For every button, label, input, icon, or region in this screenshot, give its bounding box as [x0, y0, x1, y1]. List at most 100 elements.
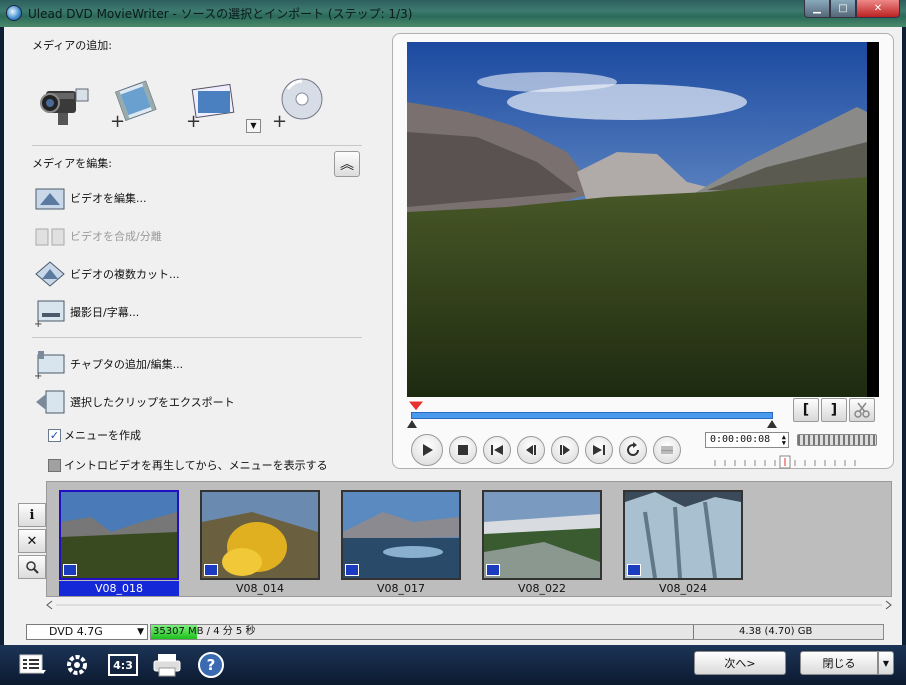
edit-video-command[interactable]: ビデオを編集... [34, 183, 147, 213]
clip-item[interactable]: V08_022 [482, 490, 602, 598]
disc-type-select[interactable]: DVD 4.7G ▼ [26, 624, 148, 640]
skip-back-icon [491, 445, 503, 455]
disc-capacity-bar: 35307 MB / 4 分 5 秒 4.38 (4.70) GB [150, 624, 884, 640]
status-bar: DVD 4.7G ▼ 35307 MB / 4 分 5 秒 4.38 (4.70… [26, 624, 884, 640]
stop-icon [458, 445, 468, 455]
svg-text:+: + [34, 371, 42, 379]
video-frame-image [407, 42, 879, 397]
add-disc-icon[interactable]: + [270, 73, 326, 129]
play-button[interactable] [411, 434, 443, 466]
clip-thumbnail [623, 490, 743, 580]
svg-text:+: + [110, 111, 125, 129]
video-clip-badge-icon [627, 564, 641, 576]
add-media-label: メディアの追加: [32, 39, 112, 52]
volume-slider[interactable] [711, 454, 861, 470]
scissors-icon [854, 402, 870, 418]
close-options-dropdown[interactable]: ▼ [878, 651, 894, 675]
clip-thumbnail [482, 490, 602, 580]
zoom-clip-button[interactable] [18, 555, 46, 579]
merge-split-command: ビデオを合成/分離 [34, 221, 162, 251]
close-button[interactable]: 閉じる [800, 651, 878, 675]
play-icon [423, 444, 433, 456]
delete-clip-button[interactable]: ✕ [18, 529, 46, 553]
intro-video-checkbox[interactable]: イントロビデオを再生してから、メニューを表示する [48, 457, 328, 473]
camcorder-icon[interactable] [36, 73, 92, 129]
next-frame-button[interactable] [551, 436, 579, 464]
clip-item[interactable]: V08_024 [623, 490, 743, 598]
magnifier-icon [26, 561, 39, 574]
title-bar[interactable]: Ulead DVD MovieWriter - ソースの選択とインポート (ステ… [0, 0, 906, 27]
go-to-end-button[interactable] [585, 436, 613, 464]
collapse-button[interactable]: ︽ [334, 151, 360, 177]
merge-split-icon [35, 228, 65, 246]
screen-icon [661, 446, 673, 454]
clip-thumbnail [200, 490, 320, 580]
step-forward-icon [560, 445, 570, 455]
add-image-icon[interactable]: + [184, 73, 240, 129]
chapter-icon: + [34, 351, 65, 379]
clip-thumbnail [59, 490, 179, 580]
chapter-command[interactable]: + チャプタの追加/編集... [34, 349, 183, 379]
print-button[interactable] [152, 651, 182, 679]
video-preview[interactable] [407, 42, 879, 397]
checkmark-icon: ✓ [48, 428, 61, 442]
mark-in-button[interactable]: [ [793, 398, 819, 422]
close-window-button[interactable]: ✕ [856, 0, 900, 18]
timecode-spinner[interactable]: ▲ ▼ [782, 434, 786, 447]
maximize-button[interactable]: □ [830, 0, 856, 18]
stop-button[interactable] [449, 436, 477, 464]
jog-wheel[interactable] [797, 434, 877, 446]
previous-frame-button[interactable] [517, 436, 545, 464]
skip-forward-icon [593, 445, 605, 455]
clip-info-button[interactable]: i [18, 503, 46, 527]
multi-trim-icon [35, 261, 65, 287]
app-icon [6, 5, 22, 21]
fullscreen-button [653, 436, 681, 464]
mark-in-indicator-icon [407, 420, 417, 428]
clip-item[interactable]: V08_014 [200, 490, 320, 598]
timecode-display[interactable]: 0:00:00:08 ▲ ▼ [705, 432, 789, 448]
video-clip-badge-icon [486, 564, 500, 576]
repeat-icon [627, 442, 639, 456]
video-clip-badge-icon [63, 564, 77, 576]
next-button[interactable]: 次へ> [694, 651, 786, 675]
subtitle-icon: + [34, 300, 65, 327]
export-clip-command[interactable]: 選択したクリップをエクスポート [34, 387, 235, 417]
svg-text:+: + [186, 111, 201, 129]
scrub-track[interactable] [411, 412, 773, 419]
add-video-icon[interactable]: + [108, 73, 164, 129]
preferences-button[interactable] [62, 651, 92, 679]
multi-trim-command[interactable]: ビデオの複数カット... [34, 259, 180, 289]
mark-out-indicator-icon [767, 420, 777, 428]
help-icon: ? [198, 652, 224, 678]
clip-item[interactable]: V08_018 [59, 490, 179, 598]
image-dropdown-button[interactable]: ▼ [246, 119, 261, 133]
printer-icon [153, 654, 181, 677]
clip-item[interactable]: V08_017 [341, 490, 461, 598]
main-client-area: メディアの追加: + + ▼ + メディアを編集: ︽ ビデオを編集... ビデ… [4, 27, 902, 645]
go-to-start-button[interactable] [483, 436, 511, 464]
svg-text:+: + [272, 111, 287, 129]
export-icon [36, 390, 65, 414]
clip-list[interactable]: V08_018 V08_014 V08_017 V08_022 V08_024 [46, 481, 892, 597]
bottom-toolbar: 4:3 ? 次へ> 閉じる ▼ [0, 645, 906, 685]
cut-button[interactable] [849, 398, 875, 422]
edit-video-icon [35, 188, 65, 210]
list-menu-icon [19, 654, 46, 674]
edit-media-label: メディアを編集: [32, 157, 112, 170]
mark-out-button[interactable]: ] [821, 398, 847, 422]
chevron-down-icon: ▼ [137, 627, 144, 637]
window-title: Ulead DVD MovieWriter - ソースの選択とインポート (ステ… [28, 7, 413, 21]
subtitle-command[interactable]: + 撮影日/字幕... [34, 297, 139, 327]
preview-panel: [ ] 0:00:00:08 ▲ ▼ [392, 33, 894, 469]
create-menu-checkbox[interactable]: ✓ メニューを作成 [48, 427, 141, 443]
minimize-button[interactable]: ▁ [804, 0, 830, 18]
clip-list-scrollbar[interactable] [46, 600, 892, 610]
repeat-button[interactable] [619, 436, 647, 464]
clip-thumbnail [341, 490, 461, 580]
svg-text:+: + [34, 319, 42, 327]
help-button[interactable]: ? [196, 651, 226, 679]
video-clip-badge-icon [204, 564, 218, 576]
aspect-ratio-button[interactable]: 4:3 [108, 651, 138, 679]
project-settings-button[interactable] [18, 651, 48, 679]
